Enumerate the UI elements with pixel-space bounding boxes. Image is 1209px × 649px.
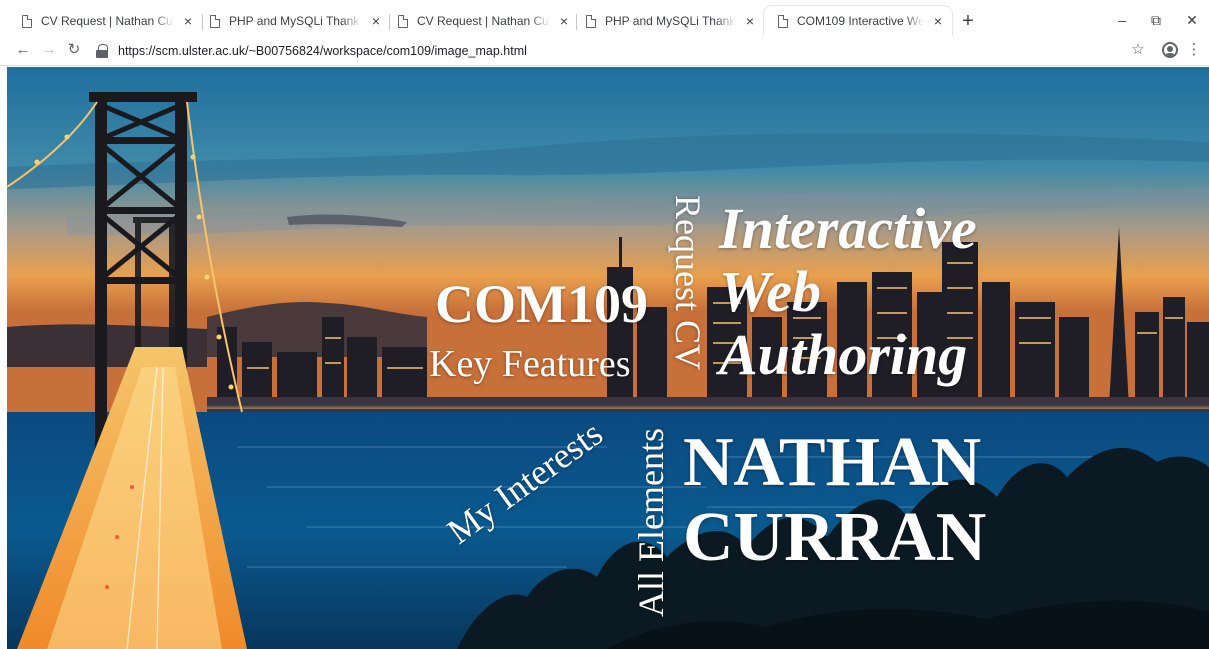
page-icon bbox=[398, 14, 408, 28]
tab-cv-request-1[interactable]: CV Request | Nathan Curran × bbox=[8, 6, 202, 36]
tab-strip: CV Request | Nathan Curran × PHP and MyS… bbox=[0, 0, 1209, 36]
lock-icon bbox=[96, 44, 108, 58]
page-icon bbox=[586, 14, 596, 28]
page-icon bbox=[210, 14, 220, 28]
author-name: NATHAN CURRAN bbox=[683, 425, 1043, 575]
maximize-button[interactable]: ⧉ bbox=[1136, 6, 1176, 34]
tab-php-thank-you-1[interactable]: PHP and MySQLi Thank you message × bbox=[196, 6, 390, 36]
link-all-elements[interactable]: All Elements bbox=[631, 428, 671, 617]
address-bar[interactable]: https://scm.ulster.ac.uk/~B00756824/work… bbox=[92, 39, 1118, 63]
name-line: CURRAN bbox=[683, 499, 987, 576]
window-close-button[interactable]: ✕ bbox=[1172, 6, 1209, 34]
heading-line: Web bbox=[719, 259, 822, 324]
back-button[interactable]: ← bbox=[12, 39, 34, 61]
browser-toolbar: ← → ↻ https://scm.ulster.ac.uk/~B0075682… bbox=[0, 36, 1209, 66]
heading-line: Authoring bbox=[719, 322, 968, 387]
tab-title: PHP and MySQLi Thank you message bbox=[605, 14, 736, 28]
heading-interactive-web-authoring: Interactive Web Authoring bbox=[719, 197, 1039, 386]
bookmark-star-icon[interactable]: ☆ bbox=[1127, 39, 1149, 61]
link-request-cv[interactable]: Request CV bbox=[668, 195, 708, 370]
close-icon[interactable]: × bbox=[742, 13, 758, 29]
page-icon bbox=[22, 14, 32, 28]
tab-title: PHP and MySQLi Thank you message bbox=[229, 14, 362, 28]
tab-title: COM109 Interactive Web Authoring bbox=[797, 14, 924, 28]
tab-php-thank-you-2[interactable]: PHP and MySQLi Thank you message × bbox=[572, 6, 764, 36]
tab-title: CV Request | Nathan Curran bbox=[41, 14, 174, 28]
close-icon[interactable]: × bbox=[368, 13, 384, 29]
close-icon[interactable]: × bbox=[180, 13, 196, 29]
link-key-features[interactable]: Key Features bbox=[429, 345, 631, 383]
heading-line: Interactive bbox=[719, 196, 977, 261]
forward-button[interactable]: → bbox=[38, 39, 60, 61]
account-icon[interactable] bbox=[1162, 42, 1178, 58]
url-text[interactable]: https://scm.ulster.ac.uk/~B00756824/work… bbox=[118, 44, 527, 58]
close-icon[interactable]: × bbox=[930, 13, 946, 29]
name-line: NATHAN bbox=[683, 424, 982, 501]
tab-cv-request-2[interactable]: CV Request | Nathan Curran × bbox=[384, 6, 578, 36]
tab-com109-active[interactable]: COM109 Interactive Web Authoring × bbox=[764, 6, 952, 36]
page-viewport: COM109 Key Features My Interests All Ele… bbox=[7, 67, 1209, 649]
reload-button[interactable]: ↻ bbox=[63, 39, 85, 61]
browser-menu-icon[interactable]: ⋮ bbox=[1183, 39, 1205, 61]
tab-title: CV Request | Nathan Curran bbox=[417, 14, 550, 28]
close-icon[interactable]: × bbox=[556, 13, 572, 29]
new-tab-button[interactable]: + bbox=[956, 9, 980, 33]
link-com109[interactable]: COM109 bbox=[435, 277, 648, 331]
page-icon bbox=[778, 14, 788, 28]
